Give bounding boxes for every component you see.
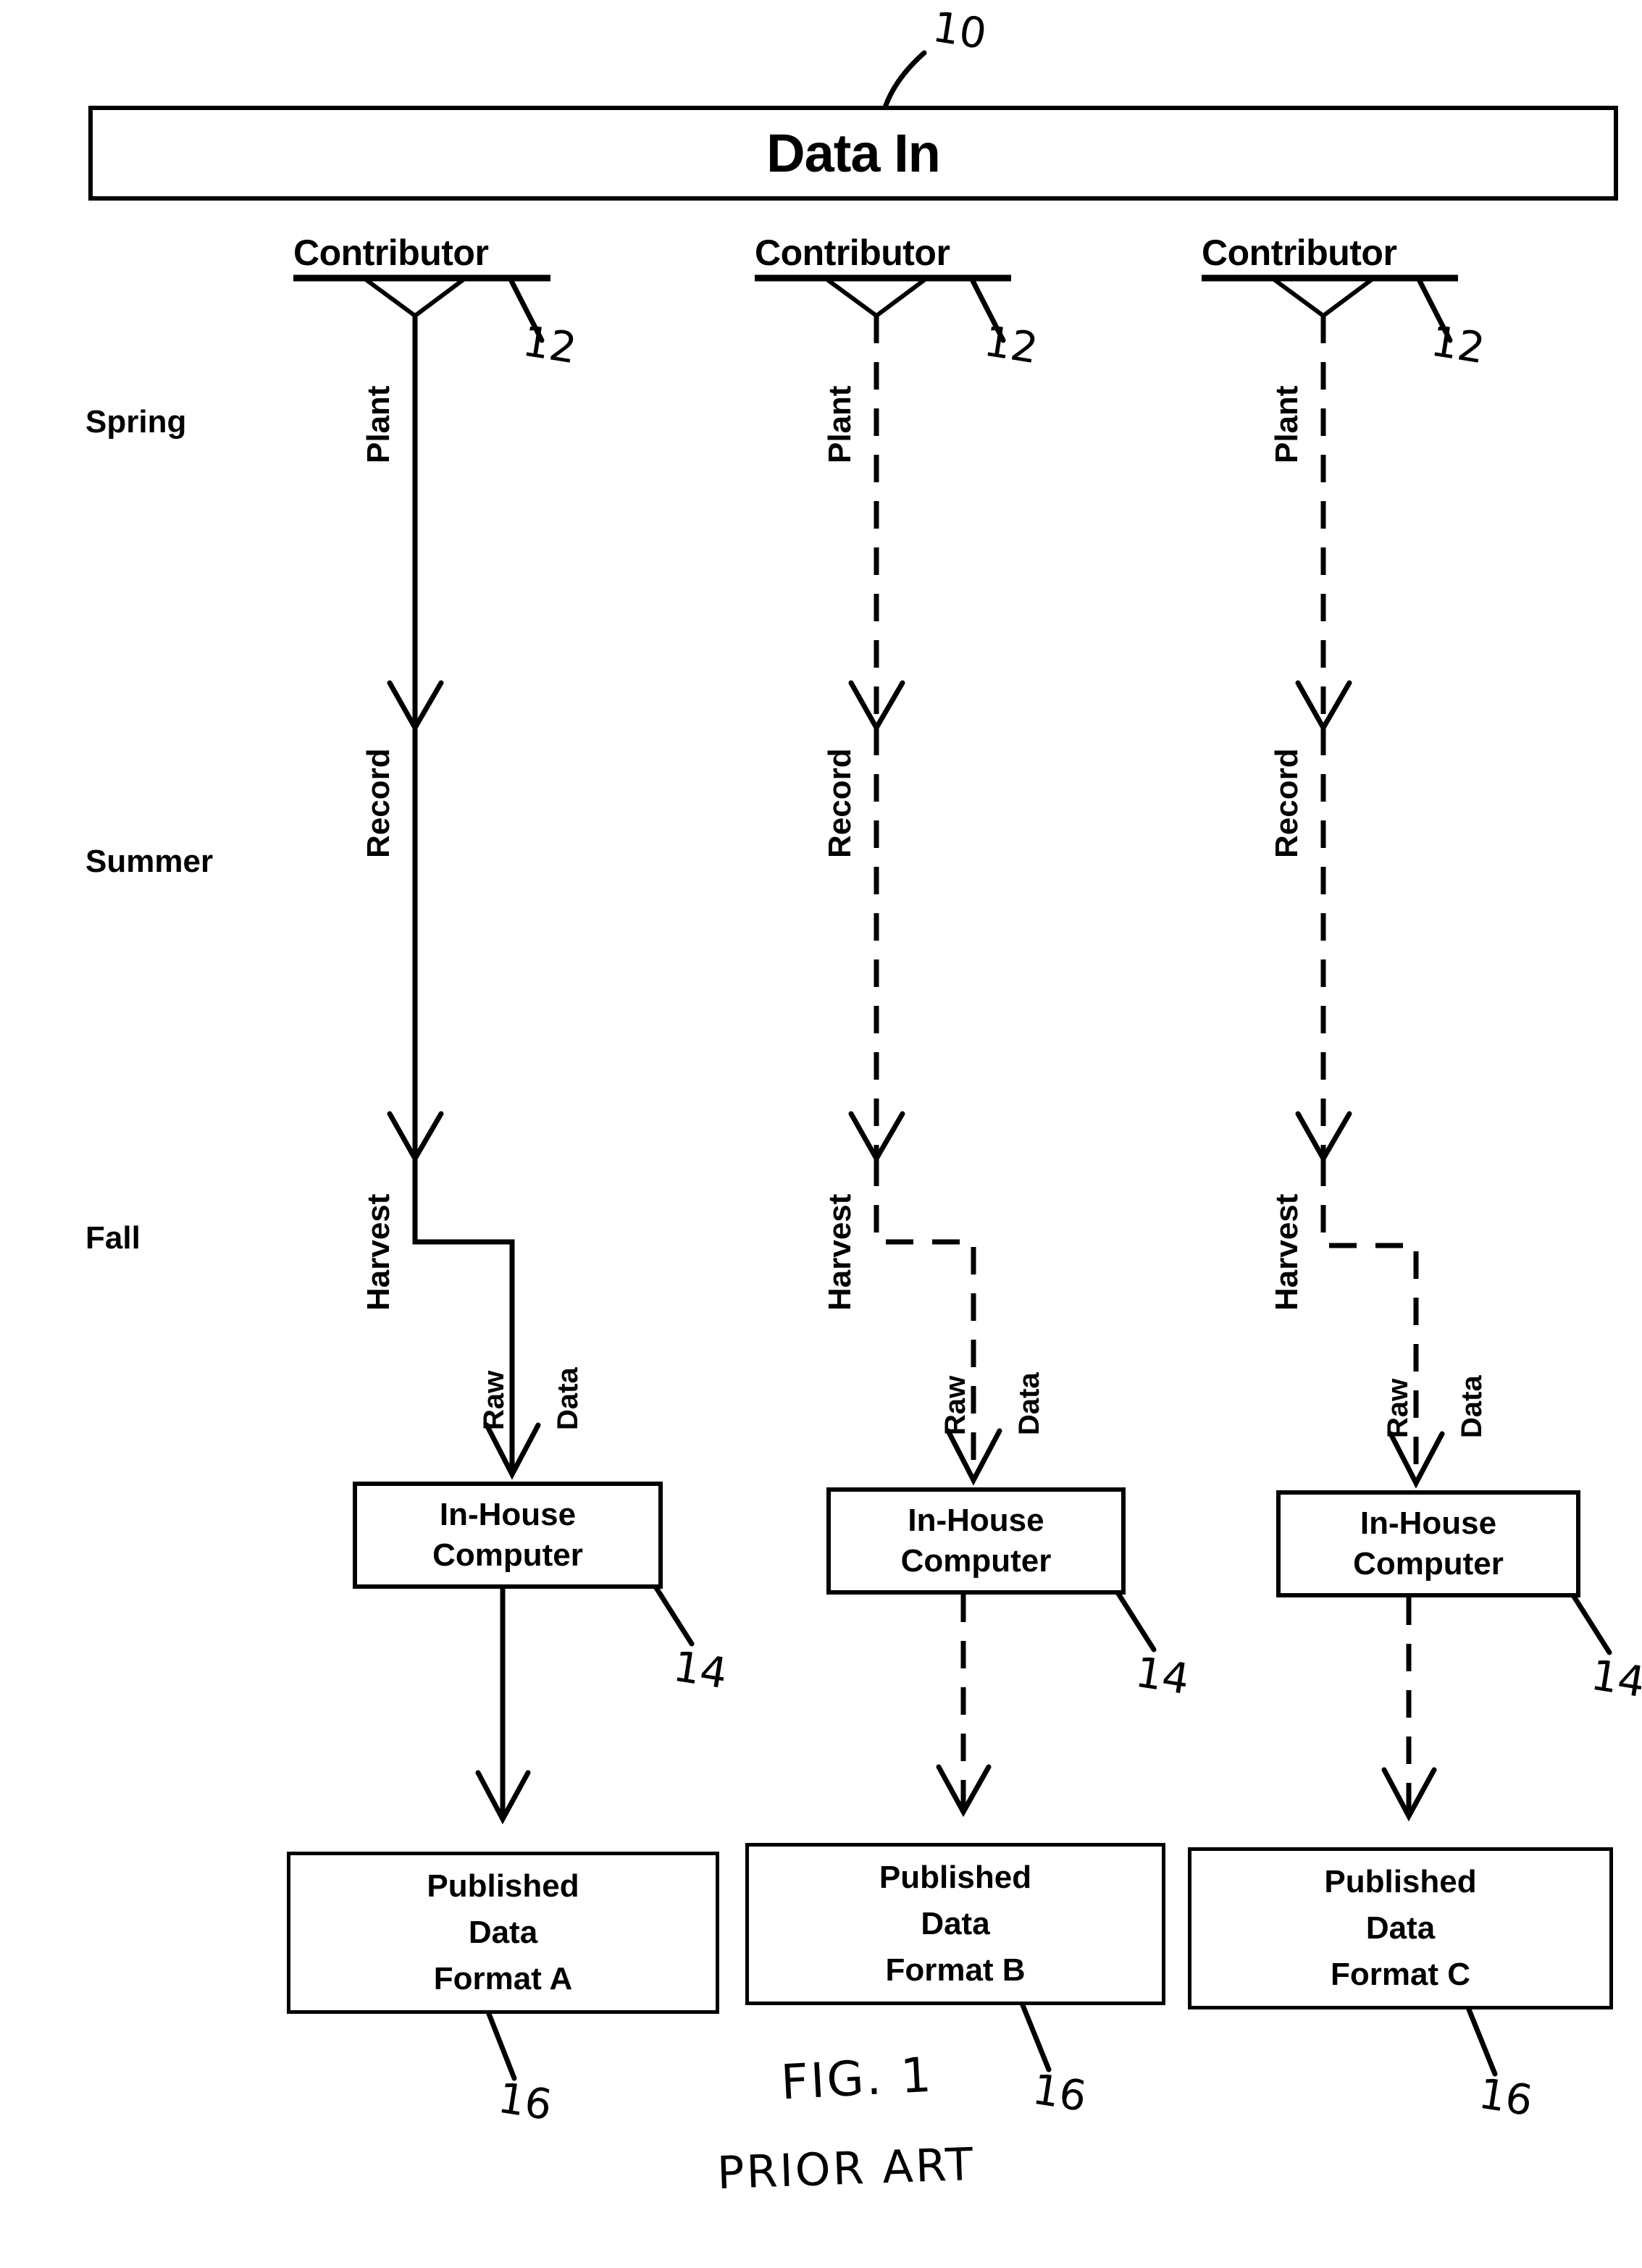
in-house-computer-line1-3: In-House [1360, 1505, 1497, 1542]
plant-arrowhead-2 [848, 680, 905, 734]
reference-numeral-14-col3: 14 [1588, 1650, 1642, 1708]
in-house-computer-line2-3: Computer [1353, 1546, 1504, 1582]
data-in-label: Data In [766, 122, 941, 183]
stage-label-data-1: Data [552, 1367, 584, 1430]
stage-label-raw-3: Raw [1382, 1378, 1414, 1438]
record-arrowhead-2 [848, 1111, 905, 1164]
stage-label-plant-1: Plant [361, 385, 396, 463]
in-house-computer-line2-2: Computer [900, 1543, 1052, 1579]
contributor-label-2: Contributor [755, 232, 950, 273]
stage-label-data-3: Data [1456, 1375, 1488, 1438]
stage-label-record-2: Record [822, 748, 858, 858]
season-label-summer: Summer [85, 844, 214, 879]
published-data-line3-2: Format B [885, 1952, 1026, 1988]
published-data-line1-3: Published [1324, 1864, 1477, 1900]
plant-arrowhead-3 [1295, 680, 1352, 734]
season-label-fall: Fall [85, 1220, 141, 1256]
published-data-line3-3: Format C [1330, 1956, 1471, 1992]
record-arrowhead-1 [387, 1111, 444, 1164]
published-data-line2-3: Data [1365, 1910, 1436, 1946]
record-arrowhead-3 [1295, 1111, 1352, 1164]
in-house-computer-line1-1: In-House [439, 1497, 577, 1533]
reference-numeral-10: 10 [929, 1, 990, 59]
published-data-line2-1: Data [468, 1915, 538, 1951]
ref-16-leader-line-1 [486, 2011, 517, 2081]
ref-16-leader-line-3 [1466, 2007, 1498, 2077]
ref-16-leader-line-2 [1020, 2002, 1052, 2072]
in-house-computer-line2-1: Computer [432, 1537, 583, 1573]
stage-label-raw-1: Raw [478, 1370, 510, 1430]
stage-label-harvest-3: Harvest [1269, 1193, 1304, 1311]
stage-label-plant-2: Plant [822, 385, 858, 463]
reference-numeral-12-col2: 12 [981, 316, 1042, 374]
stage-label-raw-2: Raw [939, 1375, 971, 1435]
prior-art-label: PRIOR ART [716, 2137, 976, 2200]
in-house-computer-line1-2: In-House [908, 1503, 1044, 1539]
in-house-computer-box-1: In-House Computer [353, 1482, 663, 1589]
published-data-line1-1: Published [427, 1868, 579, 1904]
stage-label-harvest-1: Harvest [361, 1193, 396, 1311]
stage-label-record-3: Record [1269, 748, 1304, 858]
reference-numeral-12-col1: 12 [519, 316, 580, 374]
contributor-fork-1 [364, 277, 465, 319]
stage-label-record-1: Record [361, 748, 396, 858]
contributor-label-3: Contributor [1202, 232, 1397, 273]
contributor-fork-3 [1273, 277, 1373, 319]
published-data-line3-1: Format A [433, 1960, 573, 1996]
published-data-box-2: Published Data Format B [745, 1843, 1165, 2005]
reference-numeral-14-col1: 14 [670, 1641, 731, 1699]
ref-14-leader-line-3 [1569, 1590, 1612, 1655]
contributor-label-1: Contributor [293, 232, 489, 273]
patent-figure-page: Data In 10 Spring Summer Fall Contributo… [0, 0, 1642, 2268]
stage-label-data-2: Data [1013, 1372, 1045, 1435]
reference-numeral-16-col3: 16 [1475, 2068, 1536, 2126]
reference-numeral-14-col2: 14 [1132, 1647, 1193, 1705]
ref-14-leader-line-1 [651, 1582, 695, 1647]
computer-to-published-arrowhead-1 [475, 1770, 531, 1825]
stage-label-harvest-2: Harvest [822, 1193, 858, 1311]
ref-10-leader-line [882, 50, 927, 110]
in-house-computer-box-3: In-House Computer [1276, 1490, 1580, 1597]
computer-to-published-arrowhead-3 [1381, 1767, 1437, 1822]
contributor-fork-2 [826, 277, 926, 319]
published-data-line1-2: Published [879, 1860, 1032, 1896]
published-data-box-1: Published Data Format A [287, 1852, 719, 2014]
reference-numeral-12-col3: 12 [1428, 316, 1488, 374]
reference-numeral-16-col1: 16 [495, 2072, 556, 2130]
reference-numeral-16-col2: 16 [1029, 2064, 1090, 2122]
raw-data-arrowhead-3 [1388, 1431, 1445, 1489]
raw-data-arrowhead-1 [484, 1422, 541, 1480]
raw-data-arrowhead-2 [945, 1428, 1002, 1486]
figure-number-label: FIG. 1 [779, 2046, 935, 2111]
computer-to-published-arrowhead-2 [936, 1764, 992, 1818]
ref-14-leader-line-2 [1113, 1587, 1157, 1652]
in-house-computer-box-2: In-House Computer [826, 1487, 1126, 1595]
published-data-line2-2: Data [921, 1906, 990, 1942]
published-data-box-3: Published Data Format C [1188, 1847, 1613, 2009]
season-label-spring: Spring [85, 404, 187, 440]
stage-label-plant-3: Plant [1269, 385, 1304, 463]
data-in-box: Data In [88, 106, 1618, 201]
plant-arrowhead-1 [387, 680, 444, 734]
